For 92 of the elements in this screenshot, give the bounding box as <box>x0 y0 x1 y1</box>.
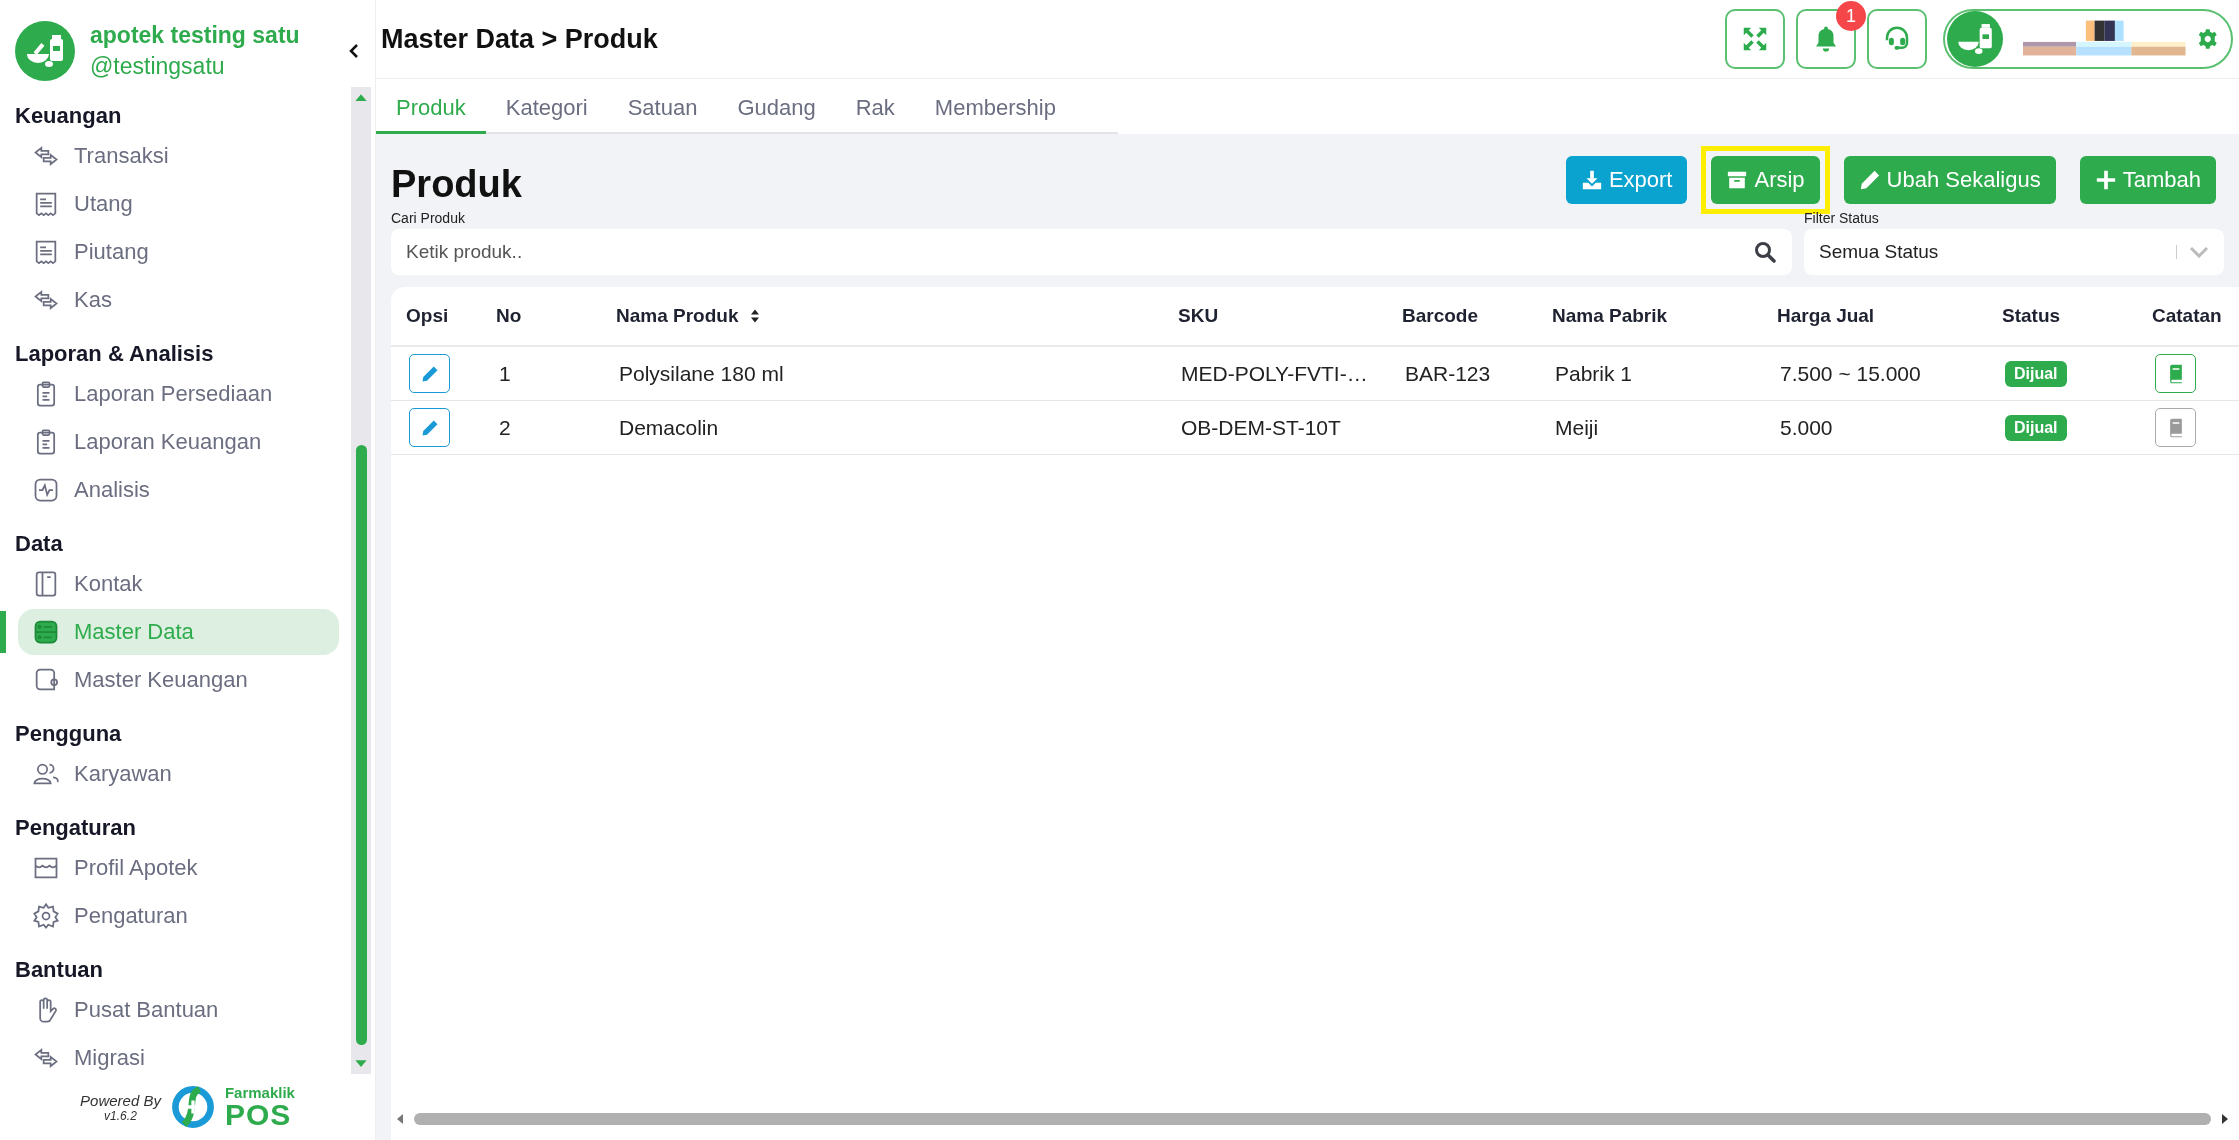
column-header: Catatan <box>2152 305 2223 327</box>
column-header: SKU <box>1178 305 1220 327</box>
scroll-down-icon[interactable] <box>354 1059 368 1068</box>
sidebar-item[interactable]: Karyawan <box>18 751 339 797</box>
add-button[interactable]: Tambah <box>2079 156 2216 204</box>
sidebar-item[interactable]: Kas <box>18 277 339 323</box>
tab[interactable]: Rak <box>835 95 915 134</box>
farmaklik-mark-icon <box>170 1085 215 1129</box>
pos-wordmark: POS <box>224 1099 292 1130</box>
menu-section-heading: Keuangan <box>14 102 123 130</box>
menu-section-heading: Pengaturan <box>14 814 138 842</box>
notification-count: 1 <box>1836 1 1866 31</box>
edit-row-button[interactable] <box>409 354 450 393</box>
chevron-down-icon <box>2189 246 2209 258</box>
fullscreen-button[interactable] <box>1725 9 1785 69</box>
column-header: Status <box>2002 305 2062 327</box>
sidebar-item[interactable]: Laporan Keuangan <box>18 419 339 465</box>
scrollbar-thumb[interactable] <box>355 445 367 1045</box>
scroll-left-icon[interactable] <box>396 1113 404 1125</box>
pharmacy-avatar-icon <box>1947 11 2003 67</box>
sort-icon[interactable] <box>750 308 761 324</box>
sidebar-item[interactable]: Kontak <box>18 561 339 607</box>
pencil-icon <box>420 418 439 437</box>
column-header: Nama Pabrik <box>1552 305 1669 327</box>
search-label: Cari Produk <box>391 210 466 226</box>
table-cell-text: Pabrik 1 <box>1554 361 1634 386</box>
breadcrumb: Master Data > Produk <box>381 23 658 55</box>
sidebar-item[interactable]: Analisis <box>18 467 339 513</box>
sidebar-item[interactable]: Pusat Bantuan <box>18 987 339 1033</box>
pharmacy-logo-icon <box>15 20 75 81</box>
table-cell-text: 7.500 ~ 15.000 <box>1779 361 1922 386</box>
menu-section-heading: Laporan & Analisis <box>14 340 215 368</box>
tab[interactable]: Satuan <box>607 95 718 134</box>
sidebar-item[interactable]: Migrasi <box>18 1035 339 1081</box>
note-button[interactable] <box>2155 354 2196 393</box>
download-icon <box>1580 169 1603 191</box>
page-title: Produk <box>391 162 522 206</box>
pencil-icon <box>420 364 439 383</box>
filter-label: Filter Status <box>1804 210 1880 226</box>
version-label: v1.6.2 <box>103 1108 138 1123</box>
sidebar-item[interactable]: Profil Apotek <box>18 845 339 891</box>
support-button[interactable] <box>1867 9 1927 69</box>
tab[interactable]: Gudang <box>717 95 836 134</box>
menu-section-heading: Pengguna <box>14 720 123 748</box>
status-badge: Dijual <box>2005 415 2067 441</box>
table-cell-text: Meiji <box>1554 415 1600 440</box>
sidebar-item[interactable]: Laporan Persediaan <box>18 371 339 417</box>
scroll-up-icon[interactable] <box>354 93 368 102</box>
sidebar-item[interactable]: Master Keuangan <box>18 657 339 703</box>
note-button[interactable] <box>2155 408 2196 447</box>
settings-icon[interactable] <box>2197 28 2219 50</box>
table-cell-text: BAR-123 <box>1404 361 1492 386</box>
menu-section-heading: Data <box>14 530 64 558</box>
column-header: Barcode <box>1402 305 1480 327</box>
scroll-right-icon[interactable] <box>2221 1113 2229 1125</box>
edit-button[interactable]: Ubah Sekaligus <box>1843 156 2056 204</box>
sidebar-item[interactable]: Pengaturan <box>18 893 339 939</box>
table-cell-text: 5.000 <box>1779 415 1834 440</box>
column-header: Harga Jual <box>1777 305 1876 327</box>
tab[interactable]: Membership <box>914 95 1076 134</box>
search-icon <box>1753 240 1777 264</box>
column-header: No <box>496 305 523 327</box>
column-header: Nama Produk <box>616 305 1178 327</box>
table-cell-text: 2 <box>498 415 512 440</box>
sidebar-item[interactable]: Transaksi <box>18 133 339 179</box>
farmaklik-wordmark: Farmaklik <box>224 1084 295 1100</box>
notification-button[interactable] <box>1796 9 1856 69</box>
scrollbar-thumb[interactable] <box>414 1113 2211 1125</box>
table-cell-text: 1 <box>498 361 512 386</box>
table-cell-text: OB-DEM-ST-10T <box>1180 415 1342 440</box>
profile-menu[interactable] <box>1943 9 2233 69</box>
tab[interactable]: Kategori <box>485 95 608 134</box>
archive-box-icon <box>1726 169 1749 191</box>
collapse-chevron-icon[interactable] <box>348 42 360 59</box>
menu-section-heading: Bantuan <box>14 956 104 984</box>
pencil-icon <box>1858 169 1881 191</box>
archive-button[interactable]: Arsip <box>1711 156 1820 204</box>
plus-icon <box>2094 169 2117 191</box>
pharmacy-name: apotek testing satu <box>90 21 301 49</box>
table-cell-text: MED-POLY-FVTI-… <box>1180 361 1369 386</box>
edit-row-button[interactable] <box>409 408 450 447</box>
powered-by-label: Powered By <box>80 1091 161 1109</box>
table-cell-text: Demacolin <box>618 415 720 440</box>
status-badge: Dijual <box>2005 361 2067 387</box>
sidebar-item[interactable]: Utang <box>18 181 339 227</box>
search-field[interactable]: Ketik produk.. <box>391 229 1792 275</box>
column-header: Opsi <box>406 305 450 327</box>
table-cell-text: Polysilane 180 ml <box>618 361 785 386</box>
pharmacy-handle: @testingsatu <box>90 52 226 80</box>
status-dropdown[interactable]: Semua Status <box>1804 229 2224 275</box>
sidebar-item[interactable]: Piutang <box>18 229 339 275</box>
export-button[interactable]: Export <box>1565 156 1688 204</box>
